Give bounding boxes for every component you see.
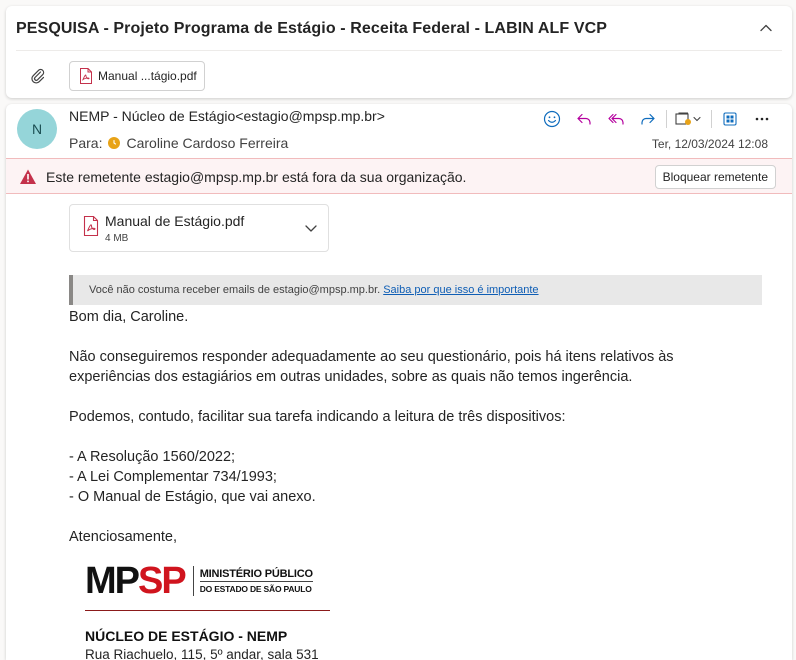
paragraph-1-line-1: Não conseguiremos responder adequadament… — [69, 349, 674, 365]
block-sender-button[interactable]: Bloquear remetente — [654, 165, 776, 189]
chevron-down-icon[interactable] — [302, 219, 320, 237]
signature-address: Rua Riachuelo, 115, 5º andar, sala 531 — [85, 647, 319, 660]
list-item: - A Resolução 1560/2022; — [69, 449, 236, 465]
pdf-file-icon — [83, 215, 99, 237]
paragraph-2: Podemos, contudo, facilitar sua tarefa i… — [69, 409, 566, 425]
logo-subtitle: MINISTÉRIO PÚBLICO DO ESTADO DE SÃO PAUL… — [199, 567, 313, 595]
categorize-button[interactable] — [669, 106, 709, 132]
tag-flag-icon — [675, 112, 701, 125]
more-icon — [755, 117, 769, 121]
signature-rule — [85, 610, 330, 611]
signature: MP SP MINISTÉRIO PÚBLICO DO ESTADO DE SÃO… — [85, 562, 335, 660]
reply-all-icon — [608, 113, 624, 125]
list-item: - O Manual de Estágio, que vai anexo. — [69, 489, 316, 505]
reply-all-button[interactable] — [600, 106, 632, 132]
list-item: - A Lei Complementar 734/1993; — [69, 469, 277, 485]
mpsp-logo: MP SP MINISTÉRIO PÚBLICO DO ESTADO DE SÃO… — [85, 562, 335, 600]
to-label: Para: — [69, 135, 103, 151]
forward-icon — [641, 113, 655, 125]
avatar[interactable]: N — [17, 109, 57, 149]
presence-away-icon — [108, 137, 121, 149]
header-attachment-name: Manual ...tágio.pdf — [98, 69, 197, 83]
message-card: N NEMP - Núcleo de Estágio<estagio@mpsp.… — [6, 104, 792, 660]
logo-mp: MP — [85, 560, 140, 602]
greeting: Bom dia, Caroline. — [69, 309, 189, 325]
attachment-name: Manual de Estágio.pdf — [105, 213, 245, 229]
sender[interactable]: NEMP - Núcleo de Estágio<estagio@mpsp.mp… — [69, 108, 385, 124]
warning-icon — [20, 169, 36, 184]
attachment-size: 4 MB — [105, 233, 129, 244]
banner-link[interactable]: Saiba por que isso é importante — [383, 284, 538, 296]
message-body: Bom dia, Caroline. Não conseguiremos res… — [69, 307, 769, 547]
subject-divider — [16, 50, 782, 51]
header-attachment-chip[interactable]: Manual ...tágio.pdf — [69, 61, 205, 91]
attachment-card[interactable]: Manual de Estágio.pdf 4 MB — [69, 204, 329, 252]
apps-icon — [723, 112, 737, 126]
subject-card: PESQUISA - Projeto Programa de Estágio -… — [6, 6, 792, 98]
smiley-icon — [543, 110, 561, 128]
collapse-button[interactable] — [754, 16, 778, 40]
recipient[interactable]: Caroline Cardoso Ferreira — [126, 135, 288, 151]
logo-divider — [192, 566, 194, 596]
emoji-reaction-button[interactable] — [536, 106, 568, 132]
more-actions-button[interactable] — [746, 106, 778, 132]
paragraph-1-line-2: experiências dos estagiários em outras u… — [69, 369, 633, 385]
to-line: Para: Caroline Cardoso Ferreira — [69, 135, 288, 151]
first-contact-banner: Você não costuma receber emails de estag… — [69, 275, 762, 305]
reply-button[interactable] — [568, 106, 600, 132]
paperclip-icon — [31, 68, 45, 84]
pdf-file-icon — [80, 68, 92, 84]
closing: Atenciosamente, — [69, 529, 178, 545]
reply-icon — [577, 113, 591, 125]
message-date: Ter, 12/03/2024 12:08 — [651, 137, 768, 151]
banner-text: Você não costuma receber emails de estag… — [89, 284, 381, 296]
logo-line-2: DO ESTADO DE SÃO PAULO — [199, 583, 312, 594]
external-sender-warning: Este remetente estagio@mpsp.mp.br está f… — [6, 158, 792, 194]
warning-text: Este remetente estagio@mpsp.mp.br está f… — [46, 169, 467, 185]
chevron-up-icon — [760, 24, 772, 32]
logo-line-1: MINISTÉRIO PÚBLICO — [199, 567, 313, 582]
actions-divider — [666, 110, 667, 128]
forward-button[interactable] — [632, 106, 664, 132]
message-actions — [536, 106, 778, 132]
logo-sp: SP — [138, 560, 187, 602]
signature-name: NÚCLEO DE ESTÁGIO - NEMP — [85, 628, 288, 644]
attachments-button[interactable] — [28, 66, 48, 86]
actions-divider-2 — [711, 110, 712, 128]
subject-title: PESQUISA - Projeto Programa de Estágio -… — [16, 20, 608, 37]
apps-button[interactable] — [714, 106, 746, 132]
